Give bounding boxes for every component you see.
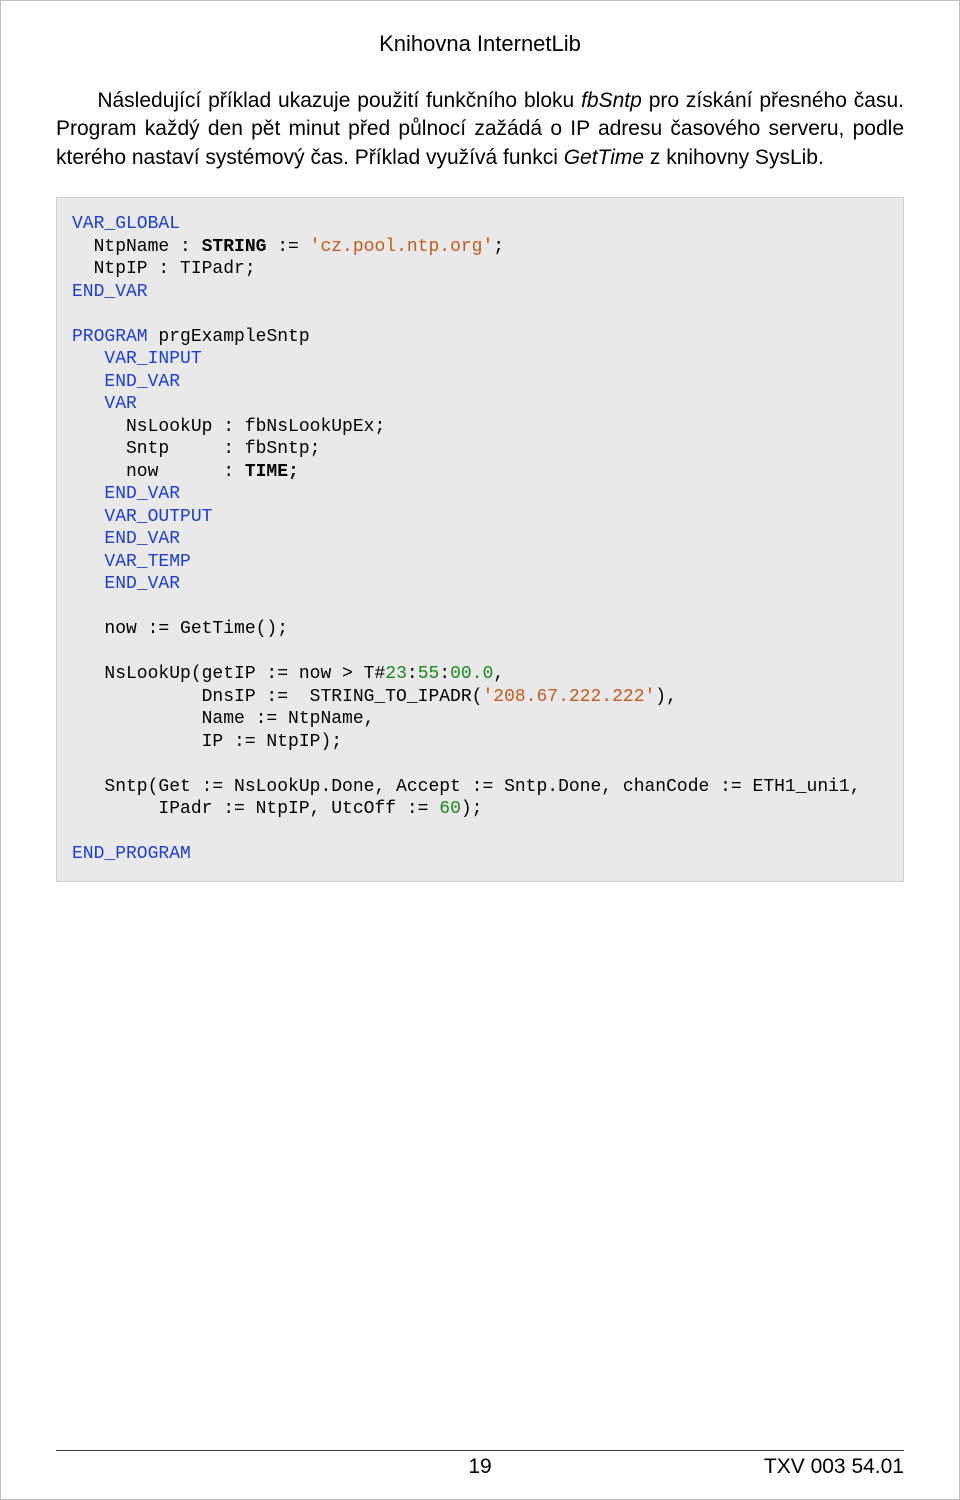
- intro-paragraph: Následující příklad ukazuje použití funk…: [56, 87, 904, 172]
- code-line: );: [461, 799, 483, 819]
- code-line: Name := NtpName,: [72, 709, 374, 729]
- code-kw: VAR_INPUT: [72, 349, 202, 369]
- code-line: NtpIP : TIPadr;: [72, 259, 256, 279]
- code-string: '208.67.222.222': [482, 687, 655, 707]
- code-kw: PROGRAM: [72, 327, 148, 347]
- code-kw: VAR_GLOBAL: [72, 214, 180, 234]
- code-kw: END_VAR: [72, 282, 148, 302]
- code-kw: END_PROGRAM: [72, 844, 191, 864]
- page-footer: 19 TXV 003 54.01: [56, 1450, 904, 1479]
- code-type: TIME;: [245, 462, 299, 482]
- code-type: STRING: [202, 237, 267, 257]
- code-line: NsLookUp : fbNsLookUpEx;: [72, 417, 385, 437]
- code-num: 23: [385, 664, 407, 684]
- code-line: IP := NtpIP);: [72, 732, 342, 752]
- code-example: VAR_GLOBAL NtpName : STRING := 'cz.pool.…: [56, 197, 904, 882]
- code-line: ;: [493, 237, 504, 257]
- intro-italic-1: fbSntp: [581, 89, 642, 112]
- document-page: Knihovna InternetLib Následující příklad…: [0, 0, 960, 1500]
- code-num: 00.0: [450, 664, 493, 684]
- code-line: ),: [655, 687, 677, 707]
- code-line: IPadr := NtpIP, UtcOff :=: [72, 799, 439, 819]
- code-line: now := GetTime();: [72, 619, 288, 639]
- intro-text: z knihovny SysLib.: [644, 146, 824, 169]
- code-line: now :: [72, 462, 245, 482]
- code-line: NtpName :: [72, 237, 202, 257]
- code-line: Sntp : fbSntp;: [72, 439, 320, 459]
- code-kw: VAR_OUTPUT: [72, 507, 212, 527]
- code-line: DnsIP := STRING_TO_IPADR(: [72, 687, 482, 707]
- code-num: 60: [439, 799, 461, 819]
- code-line: :=: [266, 237, 309, 257]
- code-line: :: [439, 664, 450, 684]
- code-line: :: [407, 664, 418, 684]
- code-string: 'cz.pool.ntp.org': [310, 237, 494, 257]
- page-header: Knihovna InternetLib: [56, 31, 904, 57]
- code-kw: END_VAR: [72, 574, 180, 594]
- intro-italic-2: GetTime: [564, 146, 644, 169]
- code-line: prgExampleSntp: [148, 327, 310, 347]
- code-line: NsLookUp(getIP := now > T#: [72, 664, 385, 684]
- code-line: ,: [493, 664, 504, 684]
- code-kw: END_VAR: [72, 484, 180, 504]
- intro-text: Následující příklad ukazuje použití funk…: [97, 89, 581, 112]
- code-kw: END_VAR: [72, 372, 180, 392]
- code-num: 55: [418, 664, 440, 684]
- code-kw: VAR: [72, 394, 137, 414]
- code-kw: VAR_TEMP: [72, 552, 191, 572]
- document-code: TXV 003 54.01: [764, 1455, 904, 1479]
- code-line: Sntp(Get := NsLookUp.Done, Accept := Snt…: [72, 777, 861, 797]
- code-kw: END_VAR: [72, 529, 180, 549]
